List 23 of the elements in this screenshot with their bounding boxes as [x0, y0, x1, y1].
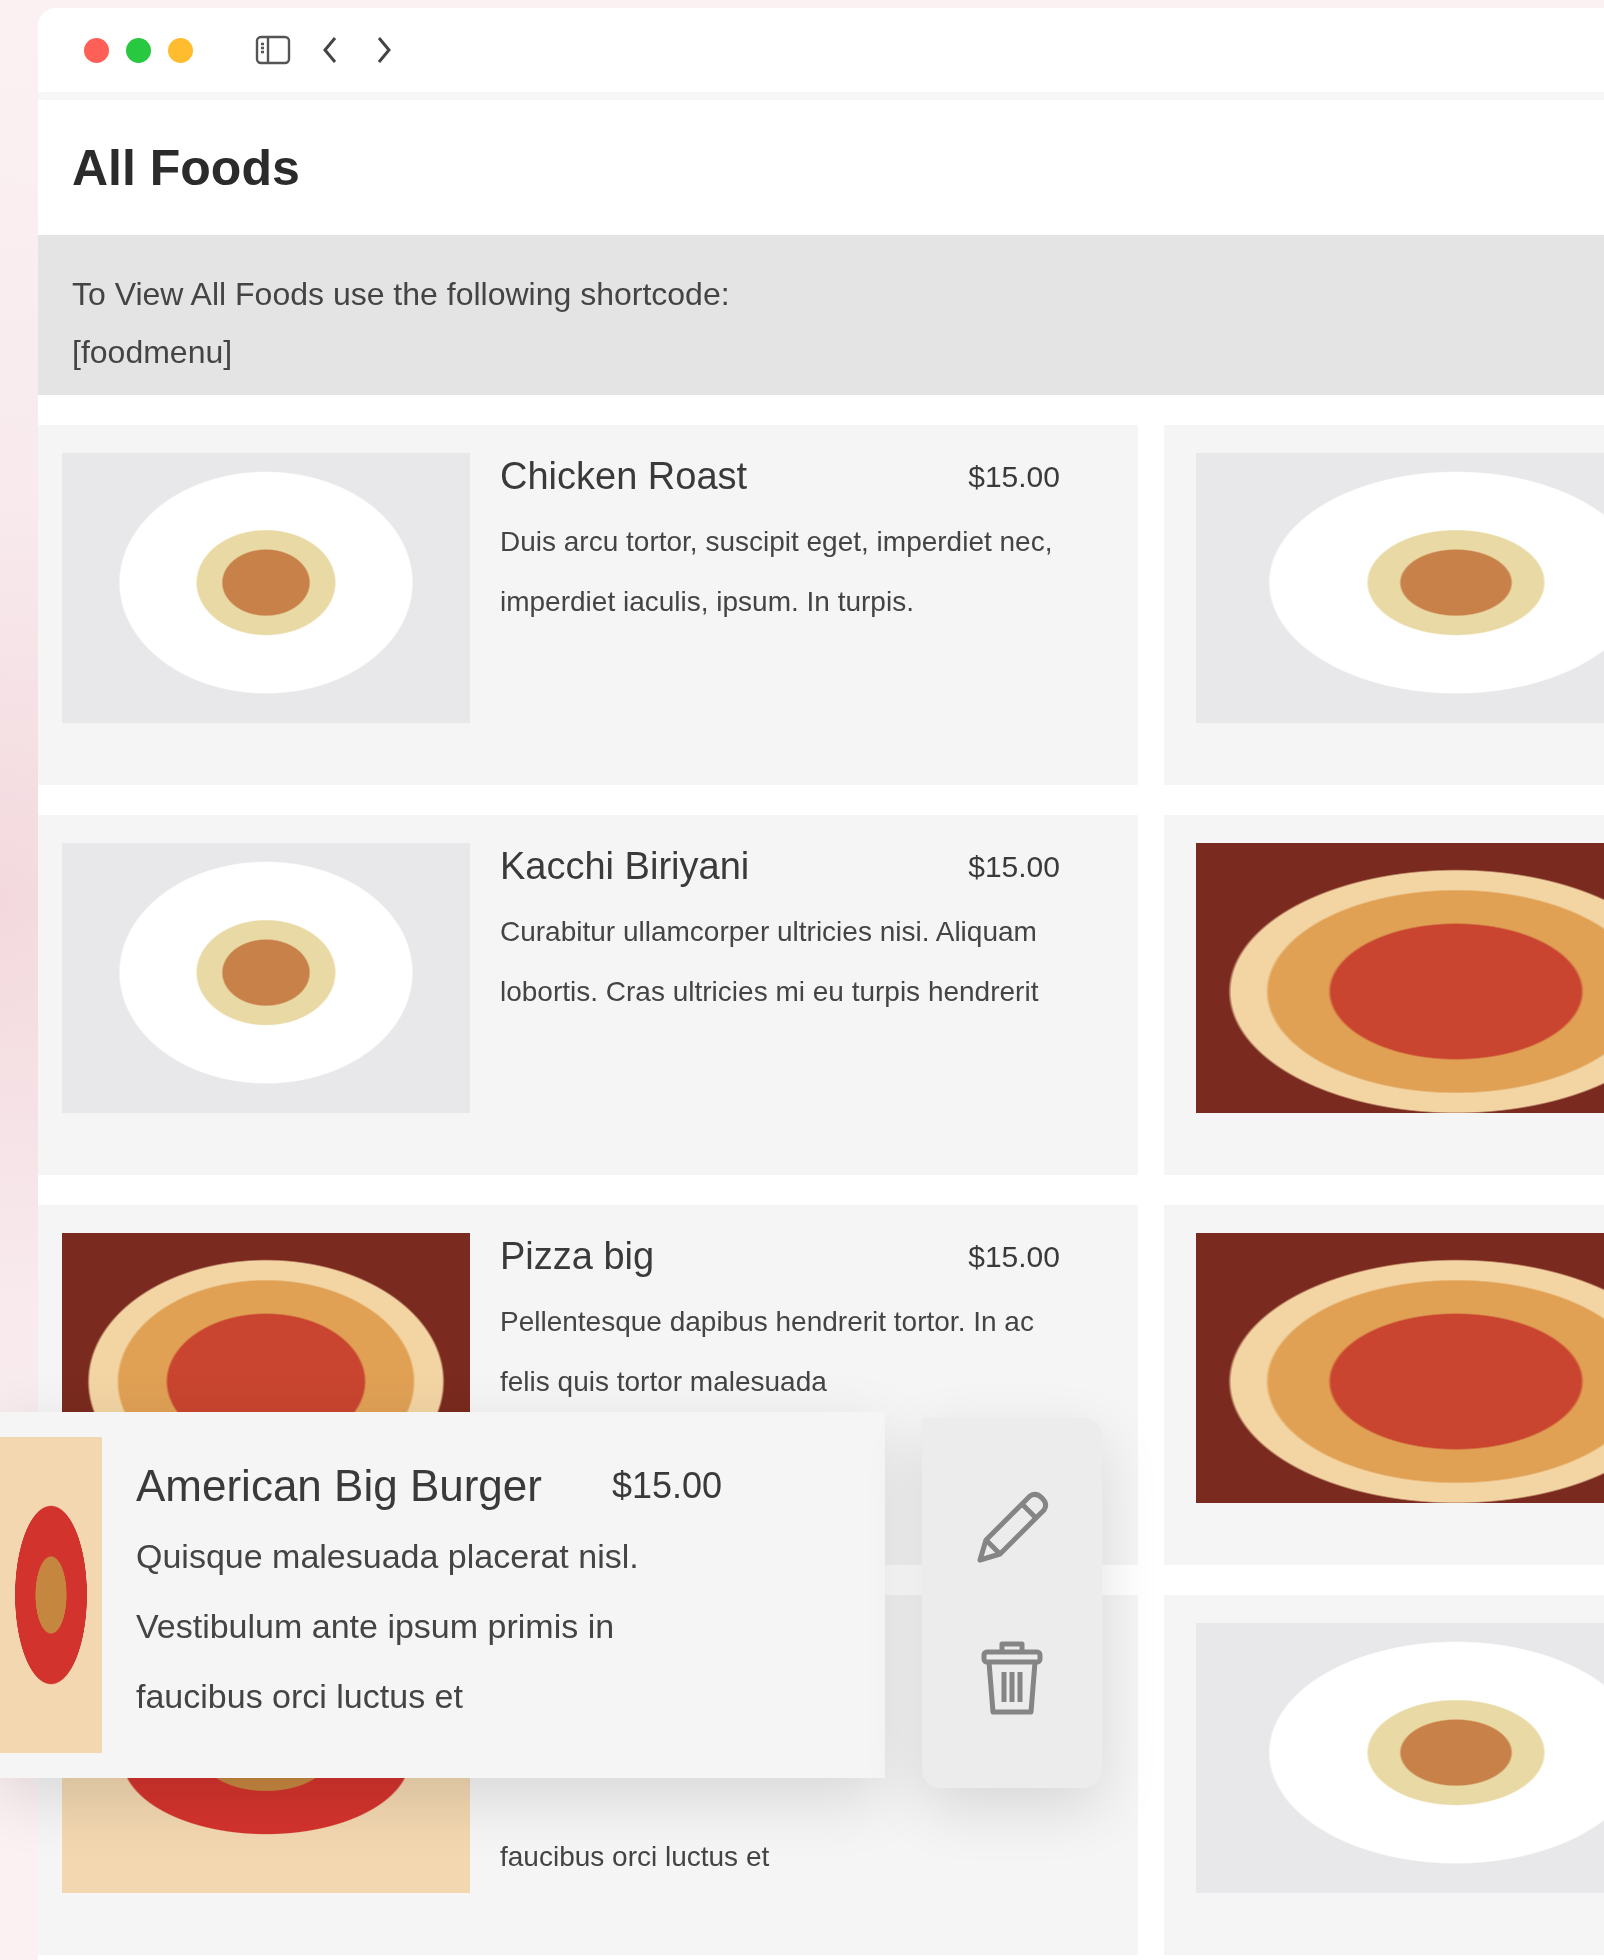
food-name: Kacchi Biriyani — [500, 845, 750, 888]
food-price: $15.00 — [968, 849, 1060, 884]
food-price: $15.00 — [968, 1239, 1060, 1274]
food-name: American Big Burger — [136, 1461, 542, 1511]
food-name: Chicken Roast — [500, 455, 748, 498]
food-description: Curabitur ullamcorper ultricies nisi. Aliquam lobortis. Cras ultricies mi eu turpis hendrerit — [500, 915, 1040, 1009]
food-description: Duis arcu tortor, suscipit eget, imperdiet nec, imperdiet iaculis, ipsum. In turpis. — [500, 525, 1054, 619]
food-description: Pellentesque dapibus hendrerit tortor. In ac felis quis tortor malesuada — [500, 1305, 1035, 1399]
maximize-button[interactable] — [126, 37, 151, 63]
page-title: All Foods — [72, 138, 300, 197]
food-name: Pizza big — [500, 1235, 655, 1278]
shortcode-text: [foodmenu] — [72, 333, 234, 372]
food-description: faucibus orci luctus et — [500, 1840, 771, 1874]
dragged-food-card[interactable]: American Big Burger $15.00 Quisque malesuada placerat nisl. Vestibulum ante ipsum primis in faucibus orci luctus et — [0, 1412, 885, 1778]
sidebar-icon[interactable] — [255, 35, 291, 65]
close-button[interactable] — [84, 37, 109, 63]
forward-icon[interactable] — [375, 35, 393, 65]
back-icon[interactable] — [321, 35, 339, 65]
minimize-button[interactable] — [168, 37, 193, 63]
food-price: $15.00 — [611, 1465, 723, 1507]
food-description: Quisque malesuada placerat nisl. Vestibulum ante ipsum primis in faucibus orci luctus et — [136, 1536, 640, 1717]
food-price: $15.00 — [968, 459, 1060, 494]
notice-text: To View All Foods use the following shortcode: — [72, 275, 731, 314]
